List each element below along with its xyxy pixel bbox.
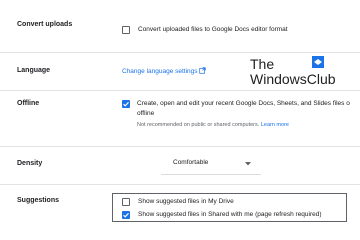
- convert-uploads-label: Convert uploads: [17, 21, 73, 28]
- language-label: Language: [17, 67, 51, 74]
- density-selected-value: Comfortable: [173, 159, 209, 166]
- change-language-link-text: Change language settings: [122, 68, 198, 76]
- suggestions-label: Suggestions: [17, 197, 60, 204]
- watermark-line1: The: [250, 56, 275, 72]
- offline-note-text: Not recommended on public or shared comp…: [137, 122, 260, 128]
- windows-logo-icon: [312, 56, 324, 68]
- convert-uploads-text: Convert uploaded files to Google Docs ed…: [138, 26, 288, 33]
- offline-checkbox[interactable]: [122, 100, 130, 108]
- suggested-my-drive-checkbox[interactable]: [122, 198, 130, 206]
- change-language-link[interactable]: Change language settings: [122, 67, 206, 76]
- offline-label: Offline: [17, 100, 40, 107]
- settings-page: Convert uploads Convert uploaded files t…: [0, 0, 360, 240]
- dropdown-arrow-icon: [245, 162, 251, 166]
- suggested-shared-text: Show suggested files in Shared with me (…: [138, 211, 322, 218]
- checkmark-icon: [123, 101, 129, 107]
- density-select[interactable]: Comfortable: [161, 156, 261, 172]
- suggested-shared-checkbox[interactable]: [122, 211, 130, 219]
- checkmark-icon: [123, 212, 129, 218]
- divider: [0, 146, 360, 147]
- open-in-new-icon: [199, 67, 206, 76]
- offline-text-line2: offline: [137, 110, 155, 117]
- convert-uploads-checkbox[interactable]: [122, 26, 130, 34]
- divider: [0, 52, 360, 53]
- density-label: Density: [17, 160, 43, 167]
- divider: [0, 184, 360, 185]
- watermark-line2: WindowsClub: [250, 71, 336, 87]
- watermark-logo: The WindowsClub: [250, 56, 336, 88]
- learn-more-link[interactable]: Learn more: [261, 122, 289, 128]
- offline-text-line1: Create, open and edit your recent Google…: [137, 100, 350, 107]
- density-select-underline: [161, 174, 261, 175]
- divider: [0, 90, 360, 91]
- suggested-my-drive-text: Show suggested files in My Drive: [138, 198, 234, 205]
- offline-note: Not recommended on public or shared comp…: [137, 122, 289, 128]
